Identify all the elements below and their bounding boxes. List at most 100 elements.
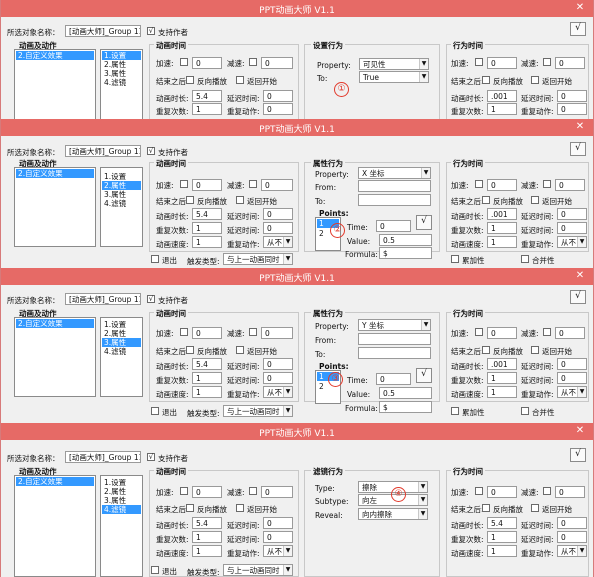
repeat-field[interactable]: 1 — [192, 372, 222, 384]
delay-field-2[interactable]: 0 — [263, 222, 293, 234]
value-field[interactable]: 0.5 — [379, 234, 432, 246]
apply-button[interactable]: √ — [570, 448, 586, 462]
delay-field[interactable]: 0 — [557, 358, 587, 370]
anim-list[interactable]: 1.设置 2.属性 3.属性 4.滤镜 — [100, 475, 143, 577]
speed-field[interactable]: 1 — [487, 545, 517, 557]
accel-field[interactable]: 0 — [487, 486, 517, 498]
anim-item-3[interactable]: 3.属性 — [102, 338, 141, 347]
delay-field[interactable]: 0 — [263, 517, 293, 529]
delay-field[interactable]: 0 — [263, 208, 293, 220]
action-list[interactable]: 2.自定义效果 — [14, 475, 96, 577]
accel-field[interactable]: 0 — [192, 57, 222, 69]
close-icon[interactable]: ✕ — [571, 424, 589, 438]
accel-field[interactable]: 0 — [192, 327, 222, 339]
accumulate-checkbox[interactable] — [521, 407, 529, 415]
auto-repeat-select[interactable]: 从不 ▼ — [263, 386, 293, 398]
decel-field[interactable]: 0 — [261, 327, 293, 339]
close-icon[interactable]: ✕ — [571, 269, 589, 283]
speed-field[interactable]: 1 — [487, 386, 517, 398]
repeat-field[interactable]: 1 — [192, 531, 222, 543]
repeat-field[interactable]: 1 — [487, 531, 517, 543]
to-select[interactable]: True ▼ — [359, 71, 429, 83]
return-start-checkbox[interactable] — [236, 346, 244, 354]
formula-field[interactable]: $ — [379, 247, 432, 259]
return-start-checkbox[interactable] — [531, 346, 539, 354]
return-start-checkbox[interactable] — [236, 76, 244, 84]
duration-field[interactable]: 5.4 — [487, 517, 517, 529]
reverse-checkbox[interactable] — [482, 346, 490, 354]
delay-field-2[interactable]: 0 — [263, 531, 293, 543]
reverse-checkbox[interactable] — [186, 76, 194, 84]
exit-checkbox[interactable] — [151, 407, 159, 415]
reverse-checkbox[interactable] — [482, 196, 490, 204]
apply-button[interactable]: √ — [570, 22, 586, 36]
anim-item-3[interactable]: 3.属性 — [102, 496, 141, 505]
delay-field[interactable]: 0 — [557, 517, 587, 529]
action-item[interactable]: 2.自定义效果 — [16, 51, 94, 60]
duration-field[interactable]: 5.4 — [192, 358, 222, 370]
accel-checkbox[interactable] — [180, 58, 188, 66]
object-name-field[interactable]: [动画大师]_Group 11 — [65, 451, 141, 463]
from-field[interactable] — [358, 180, 431, 192]
trigger-type-select[interactable]: 与上一动画同时 ▼ — [223, 564, 293, 576]
delay-field[interactable]: 0 — [263, 90, 293, 102]
delay-field-2[interactable]: 0 — [557, 531, 587, 543]
reverse-checkbox[interactable] — [482, 76, 490, 84]
return-start-checkbox[interactable] — [531, 504, 539, 512]
accel-field[interactable]: 0 — [487, 57, 517, 69]
additive-checkbox[interactable] — [451, 255, 459, 263]
anim-list[interactable]: 1.设置 2.属性 3.属性 4.滤镜 — [100, 49, 143, 130]
speed-field[interactable]: 1 — [192, 236, 222, 248]
auto-repeat-select[interactable]: 从不 ▼ — [263, 545, 293, 557]
support-author-checkbox[interactable]: √ — [147, 27, 155, 35]
accel-field[interactable]: 0 — [487, 179, 517, 191]
anim-list[interactable]: 1.设置 2.属性 3.属性 4.滤镜 — [100, 317, 143, 397]
action-item[interactable]: 2.自定义效果 — [16, 319, 94, 328]
return-start-checkbox[interactable] — [236, 196, 244, 204]
exit-checkbox[interactable] — [151, 566, 159, 574]
accel-field[interactable]: 0 — [487, 327, 517, 339]
to-field[interactable] — [358, 194, 431, 206]
duration-field[interactable]: .001 — [487, 208, 517, 220]
trigger-type-select[interactable]: 与上一动画同时 ▼ — [223, 253, 293, 265]
property-select[interactable]: Y 坐标 ▼ — [358, 319, 431, 331]
support-author-checkbox[interactable]: √ — [147, 453, 155, 461]
anim-item-2[interactable]: 2.属性 — [102, 60, 141, 69]
accel-checkbox[interactable] — [475, 58, 483, 66]
apply-button[interactable]: √ — [570, 290, 586, 304]
anim-item-4[interactable]: 4.滤镜 — [102, 78, 141, 87]
decel-field[interactable]: 0 — [555, 57, 585, 69]
decel-checkbox[interactable] — [249, 180, 257, 188]
time-field[interactable]: 0 — [376, 373, 411, 385]
close-icon[interactable]: ✕ — [571, 1, 589, 15]
value-field[interactable]: 0.5 — [379, 387, 432, 399]
auto-repeat-select[interactable]: 从不 ▼ — [263, 236, 293, 248]
accel-checkbox[interactable] — [475, 180, 483, 188]
anim-item-1[interactable]: 1.设置 — [102, 478, 141, 487]
decel-checkbox[interactable] — [543, 328, 551, 336]
speed-field[interactable]: 1 — [487, 236, 517, 248]
accel-field[interactable]: 0 — [192, 179, 222, 191]
anim-list[interactable]: 1.设置 2.属性 3.属性 4.滤镜 — [100, 167, 143, 247]
action-list[interactable]: 2.自定义效果 — [14, 167, 96, 247]
additive-checkbox[interactable] — [451, 407, 459, 415]
accumulate-checkbox[interactable] — [521, 255, 529, 263]
repeat-field[interactable]: 1 — [487, 103, 517, 115]
point-apply-button[interactable]: √ — [416, 215, 432, 230]
reverse-checkbox[interactable] — [186, 196, 194, 204]
accel-checkbox[interactable] — [180, 180, 188, 188]
repeat-field[interactable]: 1 — [487, 222, 517, 234]
anim-item-2[interactable]: 2.属性 — [102, 487, 141, 496]
auto-repeat-select[interactable]: 从不 ▼ — [557, 236, 587, 248]
anim-item-4[interactable]: 4.滤镜 — [102, 199, 141, 208]
speed-field[interactable]: 1 — [192, 545, 222, 557]
decel-field[interactable]: 0 — [555, 486, 585, 498]
action-list[interactable]: 2.自定义效果 — [14, 49, 96, 130]
speed-field[interactable]: 1 — [192, 386, 222, 398]
anim-item-4[interactable]: 4.滤镜 — [102, 347, 141, 356]
anim-item-2[interactable]: 2.属性 — [102, 181, 141, 190]
return-start-checkbox[interactable] — [531, 196, 539, 204]
anim-item-3[interactable]: 3.属性 — [102, 69, 141, 78]
duration-field[interactable]: .001 — [487, 358, 517, 370]
duration-field[interactable]: 5.4 — [192, 90, 222, 102]
